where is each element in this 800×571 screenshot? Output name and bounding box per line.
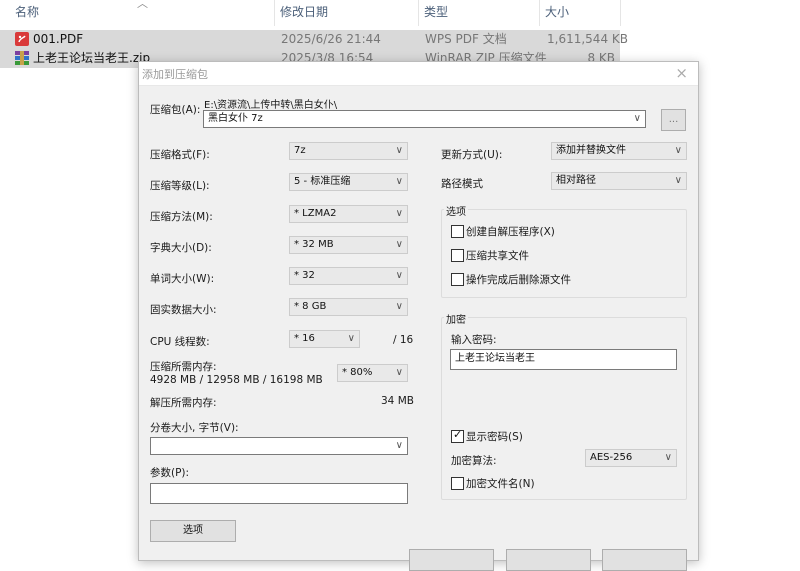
file-date: 2025/6/26 21:44	[281, 32, 381, 46]
dialog-titlebar[interactable]: 添加到压缩包 ×	[139, 62, 698, 86]
cpu-max: / 16	[393, 334, 414, 346]
options-group-title: 选项	[444, 203, 468, 218]
chevron-down-icon[interactable]: ∨	[396, 174, 403, 190]
cpu-label: CPU 线程数:	[150, 336, 210, 348]
mem-percent-value: * 80%	[342, 367, 373, 378]
chevron-down-icon[interactable]: ∨	[396, 143, 403, 159]
decomp-value: 34 MB	[381, 395, 414, 407]
cpu-value: * 16	[294, 333, 315, 344]
archive-name-value: 黑白女仆 7z	[208, 113, 263, 124]
solid-value: * 8 GB	[294, 301, 327, 312]
column-header-size[interactable]: 大小	[539, 0, 569, 26]
split-label: 分卷大小, 字节(V):	[150, 422, 239, 434]
path-mode-select[interactable]: 相对路径 ∨	[551, 172, 687, 190]
sfx-label[interactable]: 创建自解压程序(X)	[466, 224, 555, 239]
chevron-down-icon[interactable]: ∨	[665, 450, 672, 466]
params-label: 参数(P):	[150, 467, 190, 479]
file-row[interactable]: 001.PDF 2025/6/26 21:44 WPS PDF 文档 1,611…	[0, 30, 628, 49]
encryption-group-title: 加密	[444, 311, 468, 326]
level-select[interactable]: 5 - 标准压缩 ∨	[289, 173, 408, 191]
path-mode-label: 路径模式	[441, 178, 483, 190]
solid-label: 固实数据大小:	[150, 304, 217, 316]
path-mode-value: 相对路径	[556, 175, 596, 186]
level-value: 5 - 标准压缩	[294, 176, 351, 187]
ok-button[interactable]	[409, 549, 494, 571]
show-password-checkbox[interactable]: ✓	[451, 428, 464, 443]
dialog-title: 添加到压缩包	[142, 68, 208, 81]
sfx-checkbox[interactable]	[451, 225, 464, 238]
sort-ascending-icon: ︿	[137, 0, 148, 10]
word-value: * 32	[294, 270, 315, 281]
chevron-down-icon[interactable]: ∨	[675, 143, 682, 159]
add-to-archive-dialog: 添加到压缩包 × 压缩包(A): E:\资源流\上传中转\黑白女仆\ 黑白女仆 …	[138, 61, 699, 571]
password-label: 输入密码:	[451, 334, 497, 346]
chevron-down-icon[interactable]: ∨	[396, 237, 403, 253]
mem-detail: 4928 MB / 12958 MB / 16198 MB	[150, 374, 323, 386]
format-label: 压缩格式(F):	[150, 149, 210, 161]
method-label: 压缩方法(M):	[150, 211, 213, 223]
browse-button[interactable]: ...	[661, 109, 686, 131]
chevron-down-icon[interactable]: ∨	[634, 111, 641, 127]
delete-source-checkbox[interactable]	[451, 273, 464, 286]
mem-percent-select[interactable]: * 80% ∨	[337, 364, 408, 382]
archive-name-combo[interactable]: 黑白女仆 7z ∨	[203, 110, 646, 128]
word-select[interactable]: * 32 ∨	[289, 267, 408, 285]
help-button[interactable]	[602, 549, 687, 571]
dict-select[interactable]: * 32 MB ∨	[289, 236, 408, 254]
format-value: 7z	[294, 145, 306, 156]
file-type: WPS PDF 文档	[425, 32, 507, 46]
level-label: 压缩等级(L):	[150, 180, 210, 192]
column-divider[interactable]	[620, 0, 621, 26]
file-name: 001.PDF	[33, 32, 84, 46]
chevron-down-icon[interactable]: ∨	[675, 173, 682, 189]
split-size-combo[interactable]: ∨	[150, 437, 408, 455]
mem-label: 压缩所需内存:	[150, 361, 217, 373]
column-header-date[interactable]: 修改日期	[274, 0, 328, 26]
method-select[interactable]: * LZMA2 ∨	[289, 205, 408, 223]
dict-label: 字典大小(D):	[150, 242, 212, 254]
shared-files-checkbox[interactable]	[451, 249, 464, 262]
delete-source-label[interactable]: 操作完成后删除源文件	[466, 272, 571, 287]
params-input[interactable]	[150, 483, 408, 504]
password-input[interactable]: 上老王论坛当老王	[450, 349, 677, 370]
archive-label: 压缩包(A):	[150, 104, 201, 116]
pdf-icon	[15, 32, 29, 46]
chevron-down-icon[interactable]: ∨	[396, 438, 403, 454]
update-label: 更新方式(U):	[441, 149, 503, 161]
update-value: 添加并替换文件	[556, 145, 626, 156]
cpu-select[interactable]: * 16 ∨	[289, 330, 360, 348]
archive-path: E:\资源流\上传中转\黑白女仆\	[204, 100, 338, 111]
chevron-down-icon[interactable]: ∨	[348, 331, 355, 347]
file-name: 上老王论坛当老王.zip	[33, 51, 151, 65]
chevron-down-icon[interactable]: ∨	[396, 268, 403, 284]
chevron-down-icon[interactable]: ∨	[396, 206, 403, 222]
encrypt-method-select[interactable]: AES-256 ∨	[585, 449, 677, 467]
shared-files-label[interactable]: 压缩共享文件	[466, 248, 529, 263]
encrypt-names-checkbox[interactable]	[451, 477, 464, 490]
word-label: 单词大小(W):	[150, 273, 215, 285]
decomp-label: 解压所需内存:	[150, 397, 217, 409]
column-header-name[interactable]: 名称	[9, 0, 39, 26]
dict-value: * 32 MB	[294, 239, 334, 250]
encrypt-method-label: 加密算法:	[451, 455, 497, 467]
encrypt-names-label[interactable]: 加密文件名(N)	[466, 476, 535, 491]
chevron-down-icon[interactable]: ∨	[396, 299, 403, 315]
cancel-button[interactable]	[506, 549, 591, 571]
options-button[interactable]: 选项	[150, 520, 236, 542]
show-password-label[interactable]: 显示密码(S)	[466, 429, 523, 444]
update-select[interactable]: 添加并替换文件 ∨	[551, 142, 687, 160]
file-size: 1,611,544 KB	[547, 32, 628, 46]
column-header-type[interactable]: 类型	[418, 0, 448, 26]
checkmark-icon: ✓	[453, 428, 463, 441]
close-icon[interactable]: ×	[675, 64, 688, 82]
format-select[interactable]: 7z ∨	[289, 142, 408, 160]
winrar-icon	[15, 51, 29, 65]
solid-select[interactable]: * 8 GB ∨	[289, 298, 408, 316]
encrypt-method-value: AES-256	[590, 452, 633, 463]
method-value: * LZMA2	[294, 208, 337, 219]
chevron-down-icon[interactable]: ∨	[396, 365, 403, 381]
